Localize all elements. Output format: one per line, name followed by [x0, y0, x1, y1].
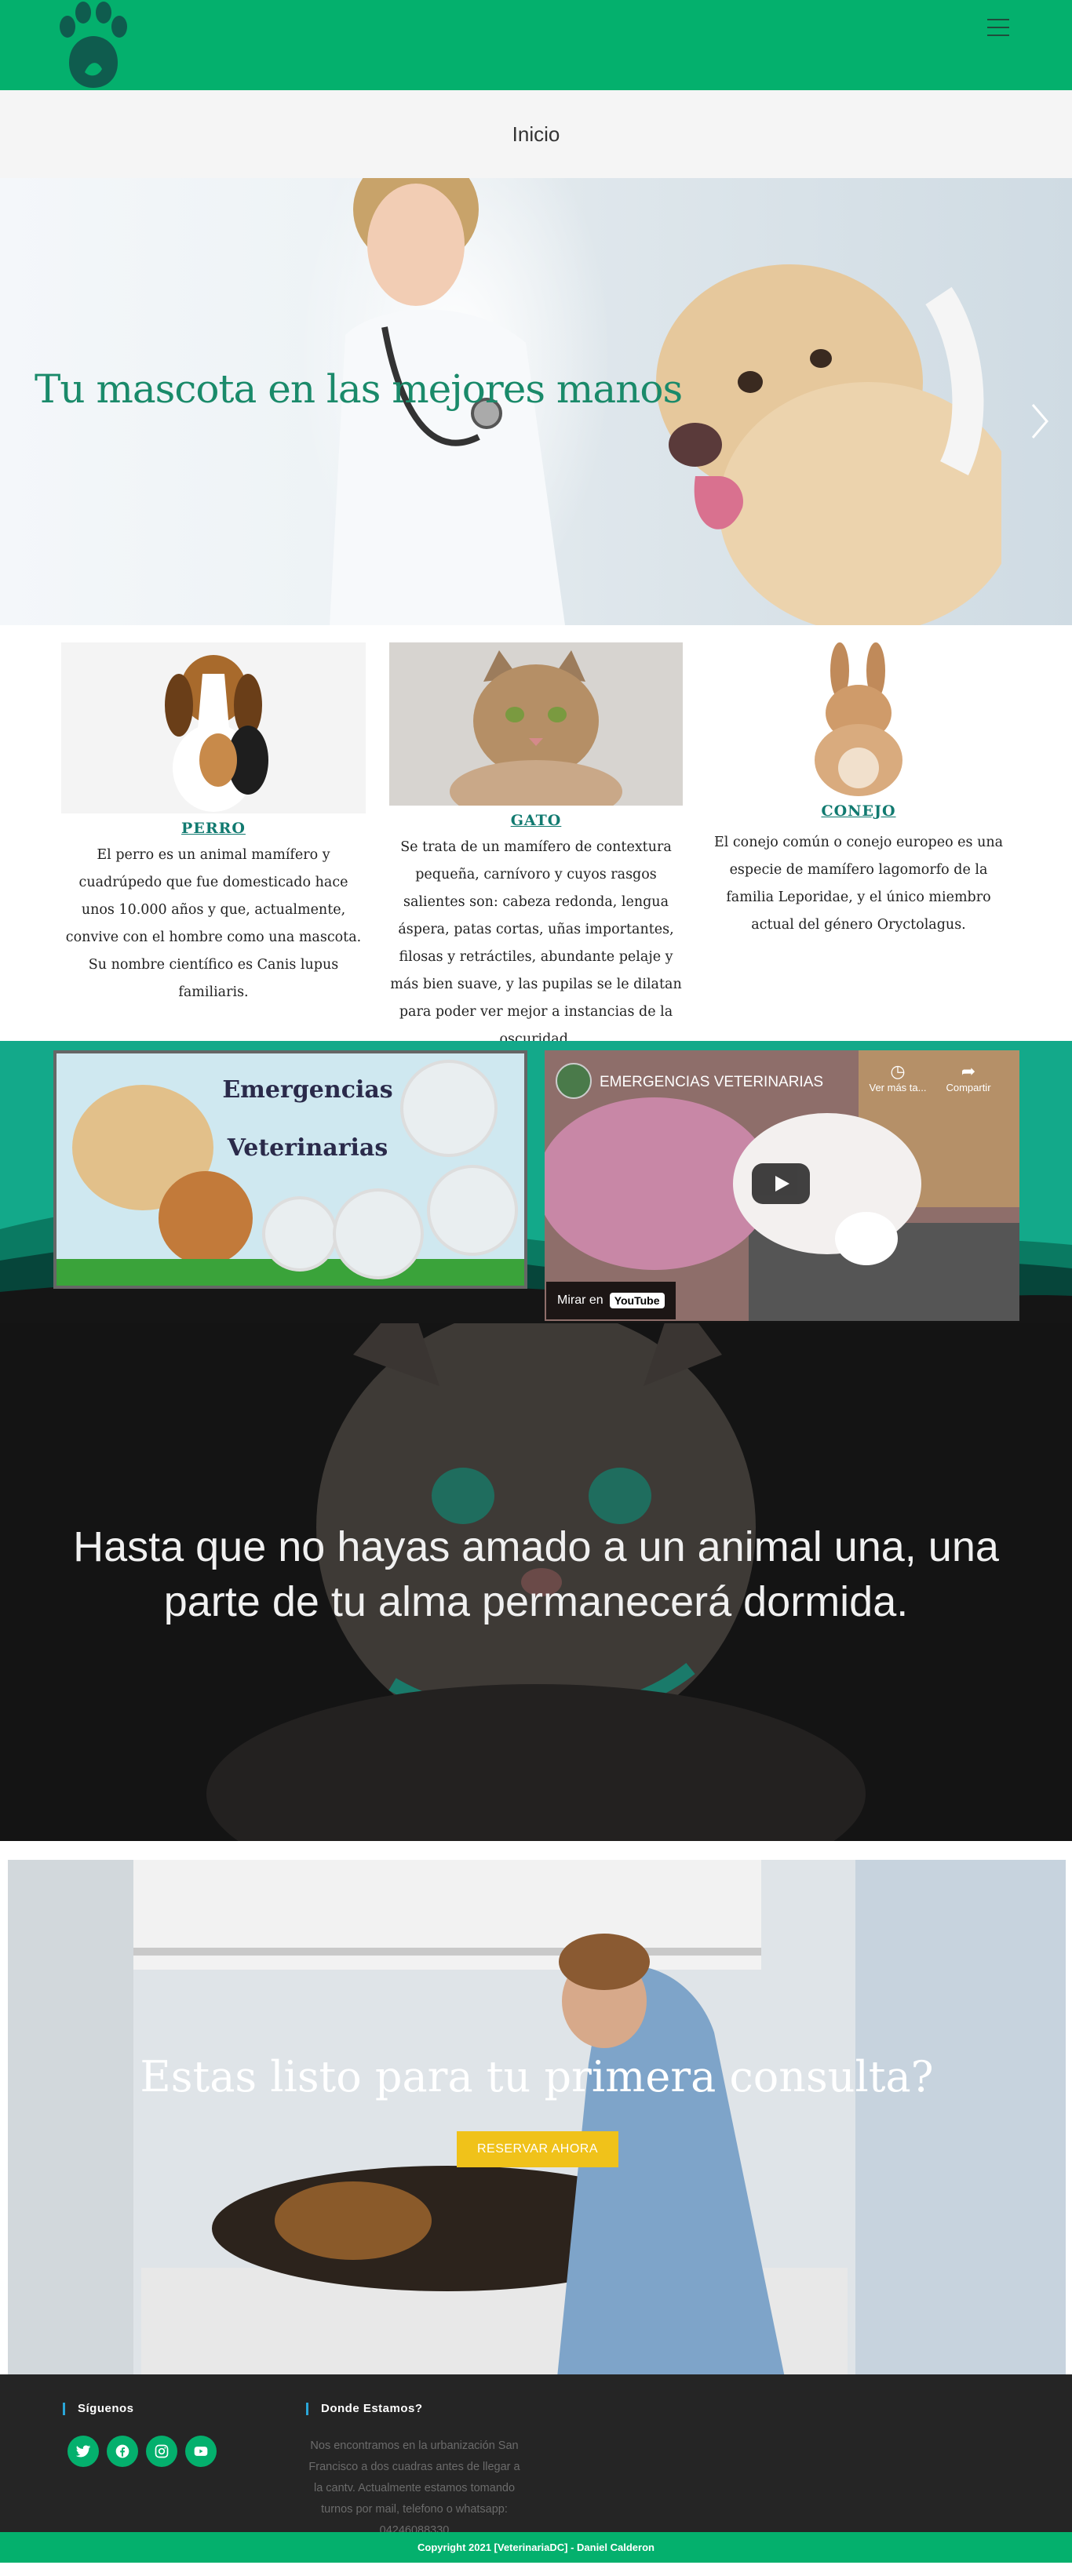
share-button[interactable]: ➦ Compartir: [937, 1061, 1000, 1093]
cat-image: [389, 642, 683, 806]
promo-title-line2: Veterinarias: [227, 1134, 388, 1162]
twitter-glyph: [75, 2445, 91, 2458]
footer-location-column: Donde Estamos? Nos encontramos en la urb…: [306, 2403, 523, 2541]
animal-title-rabbit[interactable]: CONEJO: [706, 802, 1011, 820]
vet-with-dog-image: [8, 1860, 1066, 2378]
site-header: [0, 0, 1072, 90]
animal-description-dog: El perro es un animal mamífero y cuadrúp…: [65, 847, 362, 1000]
facebook-icon[interactable]: [107, 2436, 138, 2467]
animals-section: PERRO El perro es un animal mamífero y c…: [0, 625, 1072, 1047]
youtube-glyph: [194, 2447, 208, 2456]
consult-banner: Estas listo para tu primera consulta? RE…: [8, 1860, 1066, 2378]
menu-toggle-button[interactable]: [987, 19, 1009, 38]
youtube-logo: YouTube: [609, 1293, 665, 1308]
share-icon: ➦: [961, 1061, 976, 1081]
watch-later-button[interactable]: ◷ Ver más ta...: [866, 1061, 929, 1093]
clock-icon: ◷: [890, 1061, 906, 1081]
copyright-bar: Copyright 2021 [VeterinariaDC] - Daniel …: [0, 2532, 1072, 2563]
promo-illustration: Emergencias Veterinarias: [57, 1053, 524, 1286]
twitter-icon[interactable]: [67, 2436, 99, 2467]
promo-title-line1: Emergencias: [222, 1076, 392, 1104]
consult-section: Estas listo para tu primera consulta? RE…: [0, 1841, 1072, 2378]
youtube-icon[interactable]: [185, 2436, 217, 2467]
watch-on-label: Mirar en: [557, 1293, 603, 1307]
share-label: Compartir: [946, 1082, 991, 1093]
site-footer: Síguenos Donde Estamos? Nos encontramos …: [0, 2374, 1072, 2563]
hamburger-line: [987, 27, 1009, 28]
hamburger-line: [987, 19, 1009, 20]
watch-later-label: Ver más ta...: [869, 1082, 927, 1093]
facebook-glyph: [115, 2444, 129, 2458]
footer-follow-title: Síguenos: [63, 2403, 217, 2415]
instagram-icon[interactable]: [146, 2436, 177, 2467]
channel-avatar[interactable]: [556, 1063, 592, 1099]
page-title-bar: Inicio: [0, 90, 1072, 178]
footer-follow-column: Síguenos: [63, 2403, 217, 2467]
animal-title-cat[interactable]: GATO: [389, 812, 683, 829]
animal-card-cat: GATO Se trata de un mamífero de contextu…: [389, 642, 683, 1047]
reserve-button[interactable]: RESERVAR AHORA: [457, 2131, 618, 2167]
dog-image: [61, 642, 366, 813]
hamburger-line: [987, 35, 1009, 36]
footer-location-text: Nos encontramos en la urbanización San F…: [308, 2440, 520, 2537]
footer-location-title: Donde Estamos?: [306, 2403, 523, 2415]
emergency-promo-image: Emergencias Veterinarias: [53, 1050, 527, 1289]
youtube-video-embed[interactable]: EMERGENCIAS VETERINARIAS ◷ Ver más ta...…: [545, 1050, 1019, 1321]
quote-section: Hasta que no hayas amado a un animal una…: [0, 1323, 1072, 1841]
quote-text: Hasta que no hayas amado a un animal una…: [73, 1523, 999, 1625]
animal-title-dog[interactable]: PERRO: [61, 820, 366, 837]
animal-card-dog: PERRO El perro es un animal mamífero y c…: [61, 642, 366, 1041]
video-title[interactable]: EMERGENCIAS VETERINARIAS: [600, 1074, 823, 1091]
social-links: [63, 2436, 217, 2467]
page-title: Inicio: [512, 122, 560, 146]
play-button[interactable]: [752, 1163, 810, 1204]
hero-dog-image: [656, 264, 1001, 625]
paw-logo-icon[interactable]: [52, 0, 137, 90]
watch-on-youtube-button[interactable]: Mirar en YouTube: [546, 1282, 676, 1319]
hero-slider: Tu mascota en las mejores manos: [0, 178, 1072, 625]
rabbit-image: [706, 642, 1011, 796]
instagram-glyph: [155, 2444, 169, 2458]
media-section: Emergencias Veterinarias EMERGENCIAS VET…: [0, 1041, 1072, 1323]
animal-description-cat: Se trata de un mamífero de contextura pe…: [390, 839, 682, 1047]
hero-title: Tu mascota en las mejores manos: [35, 366, 683, 412]
consult-title: Estas listo para tu primera consulta?: [140, 2052, 934, 2101]
animal-card-rabbit: CONEJO El conejo común o conejo europeo …: [706, 642, 1011, 1041]
animal-description-rabbit: El conejo común o conejo europeo es una …: [713, 835, 1004, 933]
chevron-right-icon[interactable]: [1028, 402, 1052, 441]
